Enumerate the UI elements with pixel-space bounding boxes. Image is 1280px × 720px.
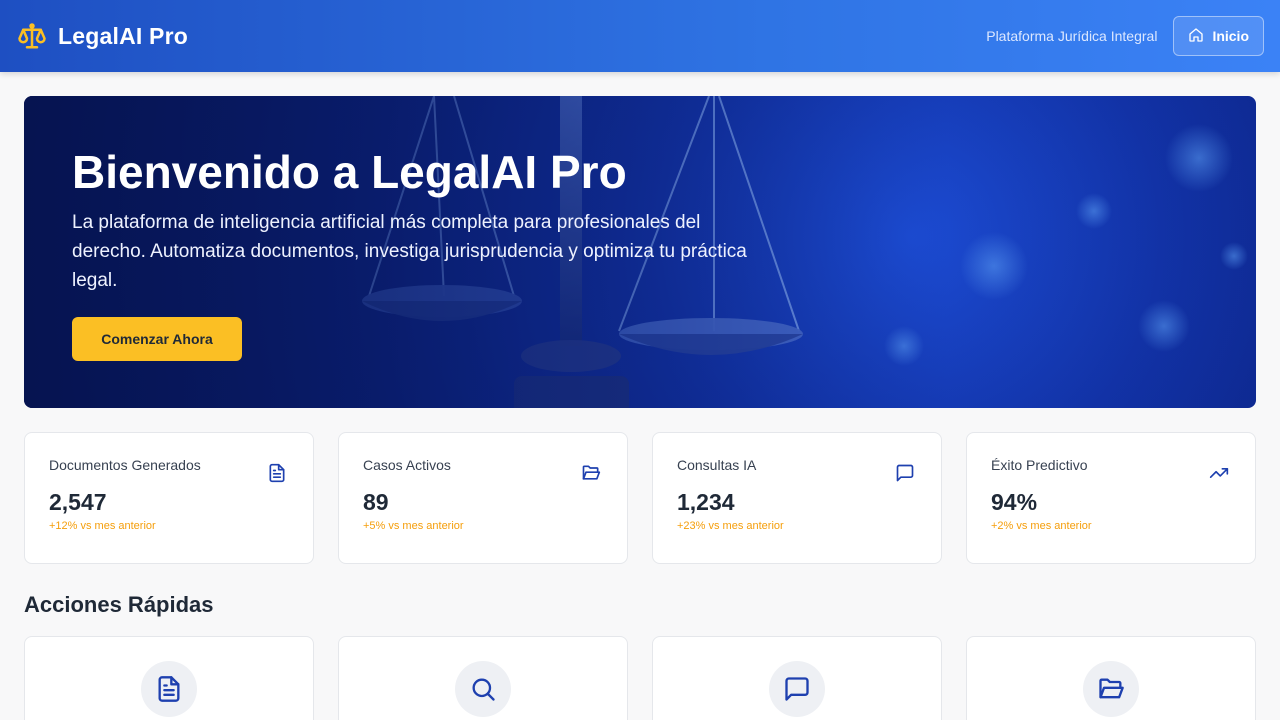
top-navbar: LegalAI Pro Plataforma Jurídica Integral… [0,0,1280,72]
stat-delta: +12% vs mes anterior [49,520,156,532]
stat-label: Éxito Predictivo [991,457,1088,473]
stat-value: 1,234 [677,489,735,515]
stat-card-cases: Casos Activos 89 +5% vs mes anterior [338,432,628,564]
stat-card-success: Éxito Predictivo 94% +2% vs mes anterior [966,432,1256,564]
action-card-search[interactable] [338,636,628,720]
stat-delta: +23% vs mes anterior [677,520,784,532]
stat-label: Documentos Generados [49,457,201,473]
scale-icon [16,20,48,52]
stat-delta: +2% vs mes anterior [991,520,1092,532]
chat-icon [895,463,917,485]
stat-value: 2,547 [49,489,107,515]
stats-row: Documentos Generados 2,547 +12% vs mes a… [24,432,1256,564]
quick-actions-grid [24,636,1256,720]
trending-up-icon [1209,463,1231,485]
stat-card-queries: Consultas IA 1,234 +23% vs mes anterior [652,432,942,564]
stat-label: Casos Activos [363,457,451,473]
home-icon [1188,27,1204,46]
stat-label: Consultas IA [677,457,757,473]
stat-card-documents: Documentos Generados 2,547 +12% vs mes a… [24,432,314,564]
hero-title: Bienvenido a LegalAI Pro [72,146,627,198]
tagline: Plataforma Jurídica Integral [986,28,1158,44]
stat-value: 94% [991,489,1038,515]
folder-open-icon [581,463,603,485]
get-started-button[interactable]: Comenzar Ahora [72,317,242,361]
action-card-documents[interactable] [24,636,314,720]
folder-open-icon [1083,661,1139,717]
document-icon [267,463,289,485]
action-card-cases[interactable] [966,636,1256,720]
hero-description: La plataforma de inteligencia artificial… [72,212,747,291]
chat-icon [769,661,825,717]
stat-delta: +5% vs mes anterior [363,520,464,532]
app-name: LegalAI Pro [58,22,189,49]
brand[interactable]: LegalAI Pro [16,20,188,52]
home-button[interactable]: Inicio [1173,16,1264,56]
action-card-chat[interactable] [652,636,942,720]
stat-value: 89 [363,489,389,515]
home-button-label: Inicio [1212,28,1249,44]
search-icon [455,661,511,717]
document-icon [141,661,197,717]
hero-banner: Bienvenido a LegalAI Pro La plataforma d… [24,96,1256,408]
quick-actions-title: Acciones Rápidas [24,592,214,617]
